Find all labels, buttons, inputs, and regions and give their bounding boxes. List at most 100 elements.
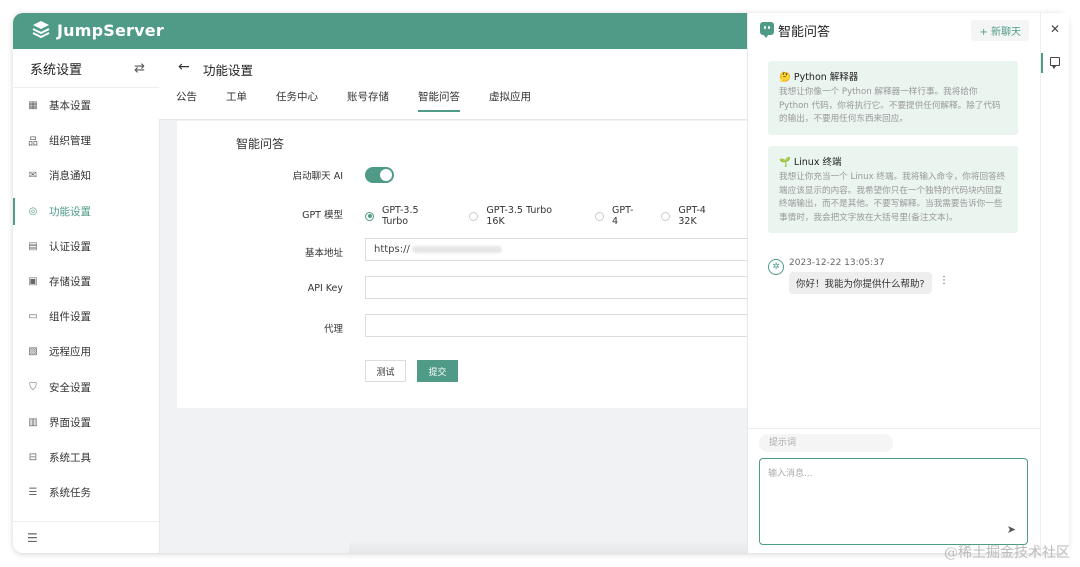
message-input-placeholder: 输入消息...	[768, 469, 813, 479]
base-url-label: 基本地址	[304, 248, 343, 259]
new-chat-button[interactable]: + 新聊天	[971, 20, 1029, 41]
page-header: ← 功能设置 公告 工单 任务中心 账号存储 智能问答 虚拟应用	[159, 49, 749, 120]
sidebar-item-label: 功能设置	[49, 205, 91, 218]
tab-announcement[interactable]: 公告	[176, 89, 197, 112]
enable-ai-label: 启动聊天 AI	[292, 171, 343, 182]
prompt-body: 我想让你充当一个 Linux 终端。我将输入命令，你将回答终端应该显示的内容。我…	[779, 172, 1006, 223]
close-icon[interactable]: ✕	[1050, 22, 1060, 36]
prompt-title: 🤔 Python 解释器	[779, 72, 859, 83]
test-button[interactable]: 测试	[365, 360, 406, 382]
logo[interactable]: JumpServer	[31, 20, 164, 40]
radio-gpt-35-turbo-16k[interactable]: GPT-3.5 Turbo 16K	[469, 205, 573, 227]
back-arrow-icon[interactable]: ←	[178, 59, 190, 75]
sidebar-item-components[interactable]: ▭ 组件设置	[13, 299, 159, 334]
sidebar-item-label: 消息通知	[49, 170, 91, 183]
radio-dot	[365, 211, 374, 221]
send-icon[interactable]: ➤	[1007, 523, 1016, 536]
prompt-card-linux[interactable]: 🌱 Linux 终端 我想让你充当一个 Linux 终端。我将输入命令，你将回答…	[768, 146, 1018, 234]
radio-gpt-35-turbo[interactable]: GPT-3.5 Turbo	[365, 205, 447, 227]
id-card-icon: ▤	[28, 240, 38, 252]
sidebar-item-features[interactable]: ◎ 功能设置	[13, 194, 159, 229]
sidebar-item-tasks[interactable]: ☰ 系统任务	[13, 475, 159, 510]
base-url-input[interactable]: https://	[365, 238, 749, 261]
radio-dot	[595, 211, 605, 221]
sidebar-item-label: 系统任务	[49, 487, 91, 500]
sidebar-item-label: 认证设置	[49, 240, 91, 253]
proxy-label: 代理	[323, 324, 343, 335]
logo-text: JumpServer	[57, 20, 164, 40]
tab-task-center[interactable]: 任务中心	[276, 89, 318, 112]
tab-account-storage[interactable]: 账号存储	[347, 89, 389, 112]
chat-icon[interactable]	[1050, 57, 1060, 69]
sidebar-title: 系统设置	[30, 62, 83, 78]
tab-bar: 公告 工单 任务中心 账号存储 智能问答 虚拟应用	[176, 89, 560, 112]
sidebar-item-label: 组件设置	[49, 311, 91, 324]
watermark: @稀土掘金技术社区	[944, 545, 1070, 561]
gpt-model-radio-group: GPT-3.5 Turbo GPT-3.5 Turbo 16K GPT-4 GP…	[365, 205, 749, 227]
radio-gpt-4-32k[interactable]: GPT-4 32K	[661, 205, 727, 227]
sidebar-item-label: 远程应用	[49, 346, 91, 359]
message-icon: ✉	[28, 170, 38, 182]
message-timestamp: 2023-12-22 13:05:37	[789, 258, 885, 268]
task-list-icon: ☰	[28, 487, 38, 499]
settings-form: 智能问答 启动聊天 AI GPT 模型 GPT-3.5 Turbo GPT-3.…	[177, 121, 749, 408]
tab-tickets[interactable]: 工单	[226, 89, 247, 112]
grid-icon: ▦	[28, 100, 38, 112]
chat-drawer: 智能问答 + 新聊天 🤔 Python 解释器 我想让你像一个 Python 解…	[747, 13, 1041, 553]
redacted-text	[411, 245, 502, 253]
switch-arrows-icon[interactable]: ⇄	[134, 61, 145, 76]
sidebar-item-label: 界面设置	[49, 416, 91, 429]
sidebar-item-label: 组织管理	[49, 135, 91, 148]
input-divider	[748, 428, 1041, 429]
radio-label: GPT-3.5 Turbo	[381, 205, 419, 227]
sidebar-item-storage[interactable]: ▣ 存储设置	[13, 264, 159, 299]
chat-title: 智能问答	[778, 25, 831, 40]
sidebar-header: 系统设置 ⇄	[13, 49, 159, 88]
feature-icon: ◎	[28, 205, 38, 217]
section-title: 智能问答	[236, 137, 285, 151]
sidebar-item-auth[interactable]: ▤ 认证设置	[13, 229, 159, 264]
sidebar-item-label: 基本设置	[49, 100, 91, 113]
sidebar-item-label: 存储设置	[49, 276, 91, 289]
sidebar-item-basic[interactable]: ▦ 基本设置	[13, 88, 159, 123]
sidebar-menu: ▦ 基本设置 品组织管理 ✉ 消息通知 ◎ 功能设置 ▤ 认证设置 ▣ 存储设置 ▭ 组件设…	[13, 88, 159, 510]
submit-button[interactable]: 提交	[417, 360, 458, 382]
prompt-hint-input[interactable]: 提示词	[759, 434, 893, 452]
sidebar: 系统设置 ⇄ ▦ 基本设置 品组织管理 ✉ 消息通知 ◎ 功能设置 ▤ 认证设置 ▣ 存储…	[13, 49, 160, 553]
sidebar-item-label: 安全设置	[49, 381, 91, 394]
radio-label: GPT-3.5 Turbo 16K	[486, 205, 553, 227]
sidebar-item-security[interactable]: ⛉ 安全设置	[13, 370, 159, 405]
bot-avatar-icon: ✲	[768, 259, 784, 275]
org-icon: 品	[28, 137, 38, 149]
tab-virtual-apps[interactable]: 虚拟应用	[489, 89, 531, 112]
interface-icon: ▥	[28, 416, 38, 428]
storage-icon: ▣	[28, 276, 38, 288]
sidebar-item-interface[interactable]: ▥ 界面设置	[13, 405, 159, 440]
monitor-icon: ▭	[28, 311, 38, 323]
api-key-label: API Key	[307, 283, 343, 294]
sidebar-item-org[interactable]: 品组织管理	[13, 123, 159, 158]
sidebar-collapse-button[interactable]: ☰	[13, 521, 159, 553]
prompt-card-python[interactable]: 🤔 Python 解释器 我想让你像一个 Python 解释器一样行事。我将给你…	[768, 61, 1018, 135]
rail-active-indicator	[1041, 53, 1043, 73]
radio-dot	[469, 211, 479, 221]
base-url-value: https://	[374, 244, 410, 255]
sidebar-item-notifications[interactable]: ✉ 消息通知	[13, 158, 159, 193]
radio-label: GPT-4 32K	[678, 205, 706, 227]
proxy-input[interactable]	[365, 314, 749, 337]
remote-app-icon: ▧	[28, 346, 38, 358]
message-bubble: 你好！我能为你提供什么帮助?	[789, 272, 932, 294]
radio-label: GPT-4	[612, 205, 634, 227]
shield-icon: ⛉	[29, 381, 37, 393]
enable-ai-toggle[interactable]	[365, 167, 394, 183]
sidebar-item-remote-apps[interactable]: ▧ 远程应用	[13, 334, 159, 369]
chat-bot-icon	[760, 22, 774, 38]
tab-smart-qa[interactable]: 智能问答	[418, 89, 460, 112]
sidebar-item-label: 系统工具	[49, 451, 91, 464]
logo-icon	[32, 21, 50, 39]
radio-gpt-4[interactable]: GPT-4	[595, 205, 639, 227]
api-key-input[interactable]	[365, 276, 749, 299]
message-input[interactable]: 输入消息... ➤	[759, 458, 1028, 545]
more-vertical-icon[interactable]: ⋮	[939, 275, 949, 286]
sidebar-item-tools[interactable]: ⊟ 系统工具	[13, 440, 159, 475]
